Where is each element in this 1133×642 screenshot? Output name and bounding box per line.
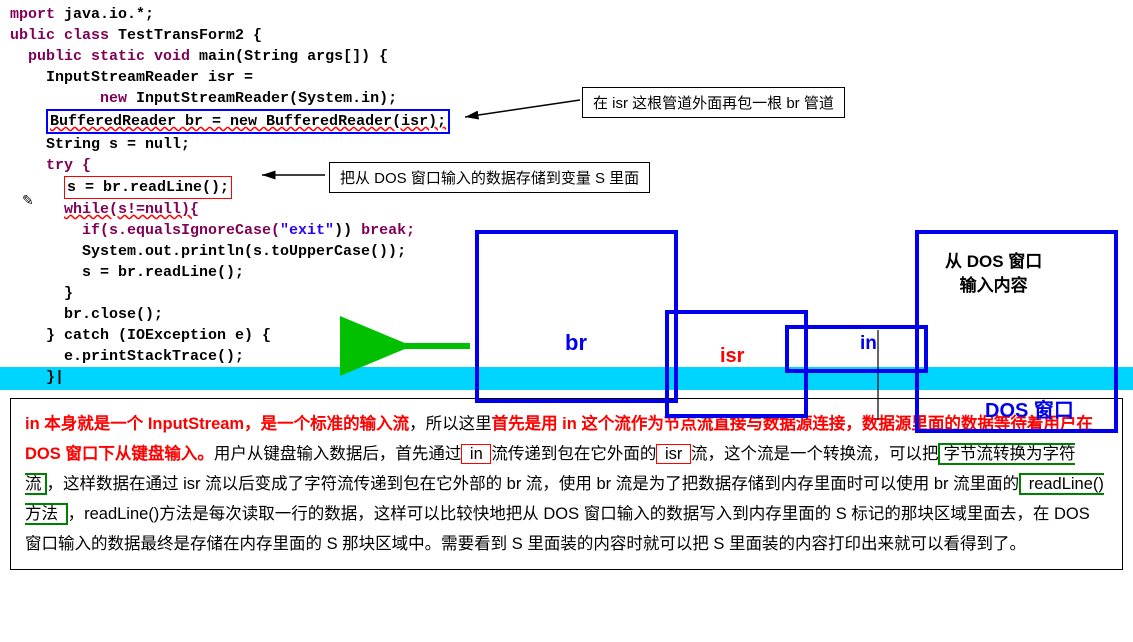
pencil-icon: ✎ <box>22 192 34 209</box>
highlight-readline: s = br.readLine(); <box>64 176 232 199</box>
in-box <box>785 325 928 373</box>
br-box <box>475 230 678 403</box>
stream-diagram: br isr in DOS 窗口 从 DOS 窗口输入内容 <box>475 230 1125 430</box>
highlight-br-line: BufferedReader br = new BufferedReader(i… <box>46 109 450 134</box>
isr-highlight: isr <box>656 444 691 464</box>
callout-box: 把从 DOS 窗口输入的数据存储到变量 S 里面 <box>329 162 650 193</box>
code-line: mport java.io.*; <box>10 4 1133 25</box>
in-highlight: in <box>461 444 491 464</box>
callout-box: 在 isr 这根管道外面再包一根 br 管道 <box>582 87 845 118</box>
